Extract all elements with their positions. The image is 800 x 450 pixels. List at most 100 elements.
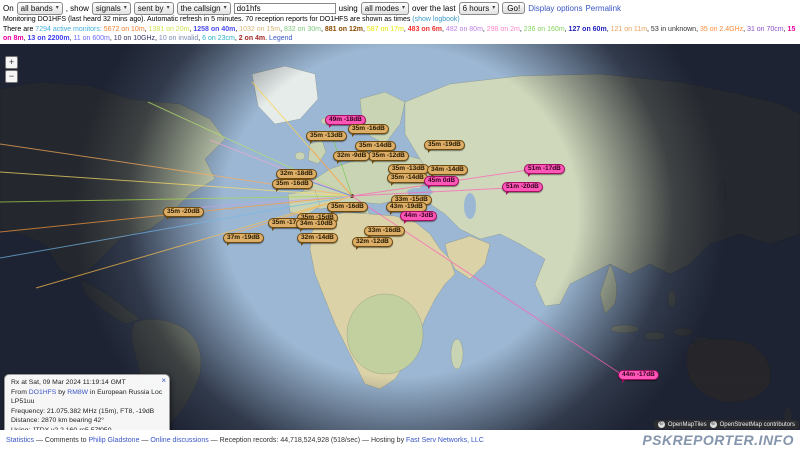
monitors-intro: There are [3,26,35,33]
overlast-label: over the last [412,4,456,13]
reception-marker[interactable]: 35m -12dB [368,151,409,161]
band-monitor-count: 1258 on 40m [193,26,235,33]
osm-credit[interactable]: OpenStreetMap contributors [720,422,795,428]
footer-links: Statistics — Comments to Philip Gladston… [6,437,484,444]
chevron-down-icon: ▾ [224,5,227,11]
permalink-link[interactable]: Permalink [585,4,621,13]
reception-marker[interactable]: 35m -16dB [348,124,389,134]
pskreporter-page: On all bands▾ , show signals▾ sent by▾ t… [0,0,800,450]
band-monitor-count: 6 on 23cm [202,35,235,42]
monitoring-text: Monitoring DO1HFS (last heard 32 mins ag… [3,16,412,23]
author-link[interactable]: Philip Gladstone [88,437,139,444]
band-monitor-count: 1381 on 20m [149,26,190,33]
band-monitor-count: 11 on 600m [73,35,109,42]
band-monitor-count: 13 on 2200m [28,35,70,42]
band-monitor-count: 10 on invalid [159,35,198,42]
osm-icon: © [710,421,717,428]
reception-marker[interactable]: 32m -9dB [333,151,370,161]
popup-path-line: From DO1HFS by RM8W in European Russia L… [11,388,163,407]
reception-marker[interactable]: 35m -19dB [424,140,465,150]
popup-distance: Distance: 2870 km bearing 42° [11,416,163,426]
go-button[interactable]: Go! [502,2,525,14]
mode-select[interactable]: all modes▾ [361,2,409,15]
reception-report-popup: × Rx at Sat, 09 Mar 2024 11:19:14 GMT Fr… [4,374,170,430]
reception-records-text: — Reception records: 44,718,524,928 (518… [209,437,406,444]
band-monitor-count: 483 on 6m [408,26,442,33]
pskreporter-watermark: PSKREPORTER.INFO [642,432,794,448]
reception-marker[interactable]: 32m -14dB [297,233,338,243]
chevron-down-icon: ▾ [492,5,495,11]
reception-marker[interactable]: 44m -3dB [400,211,437,221]
zoom-in-button[interactable]: + [5,56,18,69]
popup-software: Using: JTDX v2.2.160-rc5 57f050 [11,426,163,430]
query-controls-row: On all bands▾ , show signals▾ sent by▾ t… [3,1,797,15]
reception-marker[interactable]: 37m -19dB [223,233,264,243]
reception-marker[interactable]: 35m -14dB [355,141,396,151]
show-label: , show [66,4,89,13]
band-monitor-count: 35 on 2.4GHz [700,26,743,33]
statistics-link[interactable]: Statistics [6,437,34,444]
reception-marker[interactable]: 35m -16dB [327,202,368,212]
band-monitor-count: 5672 on 10m [104,26,145,33]
close-icon[interactable]: × [161,376,166,386]
footer-bar: Statistics — Comments to Philip Gladston… [0,430,800,450]
band-monitor-count: 298 on 2m [487,26,520,33]
display-options-link[interactable]: Display options [528,4,582,13]
chevron-down-icon: ▾ [56,5,59,11]
reception-marker[interactable]: 34m -10dB [296,219,337,229]
what-select[interactable]: signals▾ [92,2,131,15]
tx-callsign-link[interactable]: DO1HFS [29,389,57,396]
chevron-down-icon: ▾ [402,5,405,11]
on-label: On [3,4,14,13]
discussions-link[interactable]: Online discussions [150,437,208,444]
reception-marker[interactable]: 51m -20dB [502,182,543,192]
monitors-count: 7294 active monitors: [35,26,103,33]
map-attribution: © OpenMapTiles © OpenStreetMap contribut… [654,420,799,429]
reception-marker[interactable]: 35m -20dB [163,207,204,217]
chevron-down-icon: ▾ [124,5,127,11]
map-canvas[interactable]: 49m -18dB35m -16dB35m -13dB35m -14dB35m … [0,44,800,430]
reception-marker[interactable]: 45m 0dB [424,176,459,186]
openmaptiles-credit[interactable]: OpenMapTiles [668,422,707,428]
reception-marker[interactable]: 33m -16dB [364,226,405,236]
active-monitors-row: There are 7294 active monitors: 5672 on … [3,26,797,43]
reception-marker[interactable]: 32m -18dB [276,169,317,179]
band-monitor-count: 236 on 160m [524,26,565,33]
reception-marker[interactable]: 32m -12dB [352,237,393,247]
popup-rx-time: Rx at Sat, 09 Mar 2024 11:19:14 GMT [11,378,163,388]
band-monitor-count: 832 on 30m [284,26,321,33]
band-monitor-count: 10 on 10GHz [114,35,155,42]
callsign-input[interactable] [234,3,336,14]
reception-marker[interactable]: 35m -13dB [306,131,347,141]
popup-frequency: Frequency: 21.075.382 MHz (15m), FT8, -1… [11,407,163,417]
band-monitor-count: 121 on 11m [611,26,647,33]
band-monitor-count: 2 on 4m [239,35,265,42]
sentby-select[interactable]: sent by▾ [134,2,174,15]
band-monitor-count: 31 on 70cm [747,26,784,33]
callsign-mode-select[interactable]: the callsign▾ [177,2,231,15]
rx-callsign-link[interactable]: RM8W [67,389,88,396]
band-monitor-count: 127 on 60m [569,26,607,33]
reception-marker[interactable]: 35m -14dB [387,173,428,183]
band-monitor-count: 1032 on 15m [239,26,280,33]
using-label: using [339,4,358,13]
transmitter-dot [350,194,354,198]
band-monitor-count: 482 on 80m [446,26,483,33]
zoom-out-button[interactable]: − [5,70,18,83]
reception-marker[interactable]: 35m -16dB [272,179,313,189]
band-monitor-count: 881 on 12m [325,26,363,33]
legend-link[interactable]: Legend [269,35,292,42]
query-toolbar: On all bands▾ , show signals▾ sent by▾ t… [0,0,800,44]
map-zoom-control: + − [5,56,18,83]
reception-marker[interactable]: 34m -14dB [427,165,468,175]
monitoring-status-row: Monitoring DO1HFS (last heard 32 mins ag… [3,16,797,24]
hosting-link[interactable]: Fast Serv Networks, LLC [406,437,484,444]
chevron-down-icon: ▾ [167,5,170,11]
openmaptiles-icon: © [658,421,665,428]
band-monitor-count: 53 in unknown [651,26,696,33]
reception-marker[interactable]: 51m -17dB [524,164,565,174]
band-select[interactable]: all bands▾ [17,2,63,15]
show-logbook-link[interactable]: (show logbook) [412,16,459,23]
reception-marker[interactable]: 44m -17dB [618,370,659,380]
period-select[interactable]: 6 hours▾ [459,2,500,15]
